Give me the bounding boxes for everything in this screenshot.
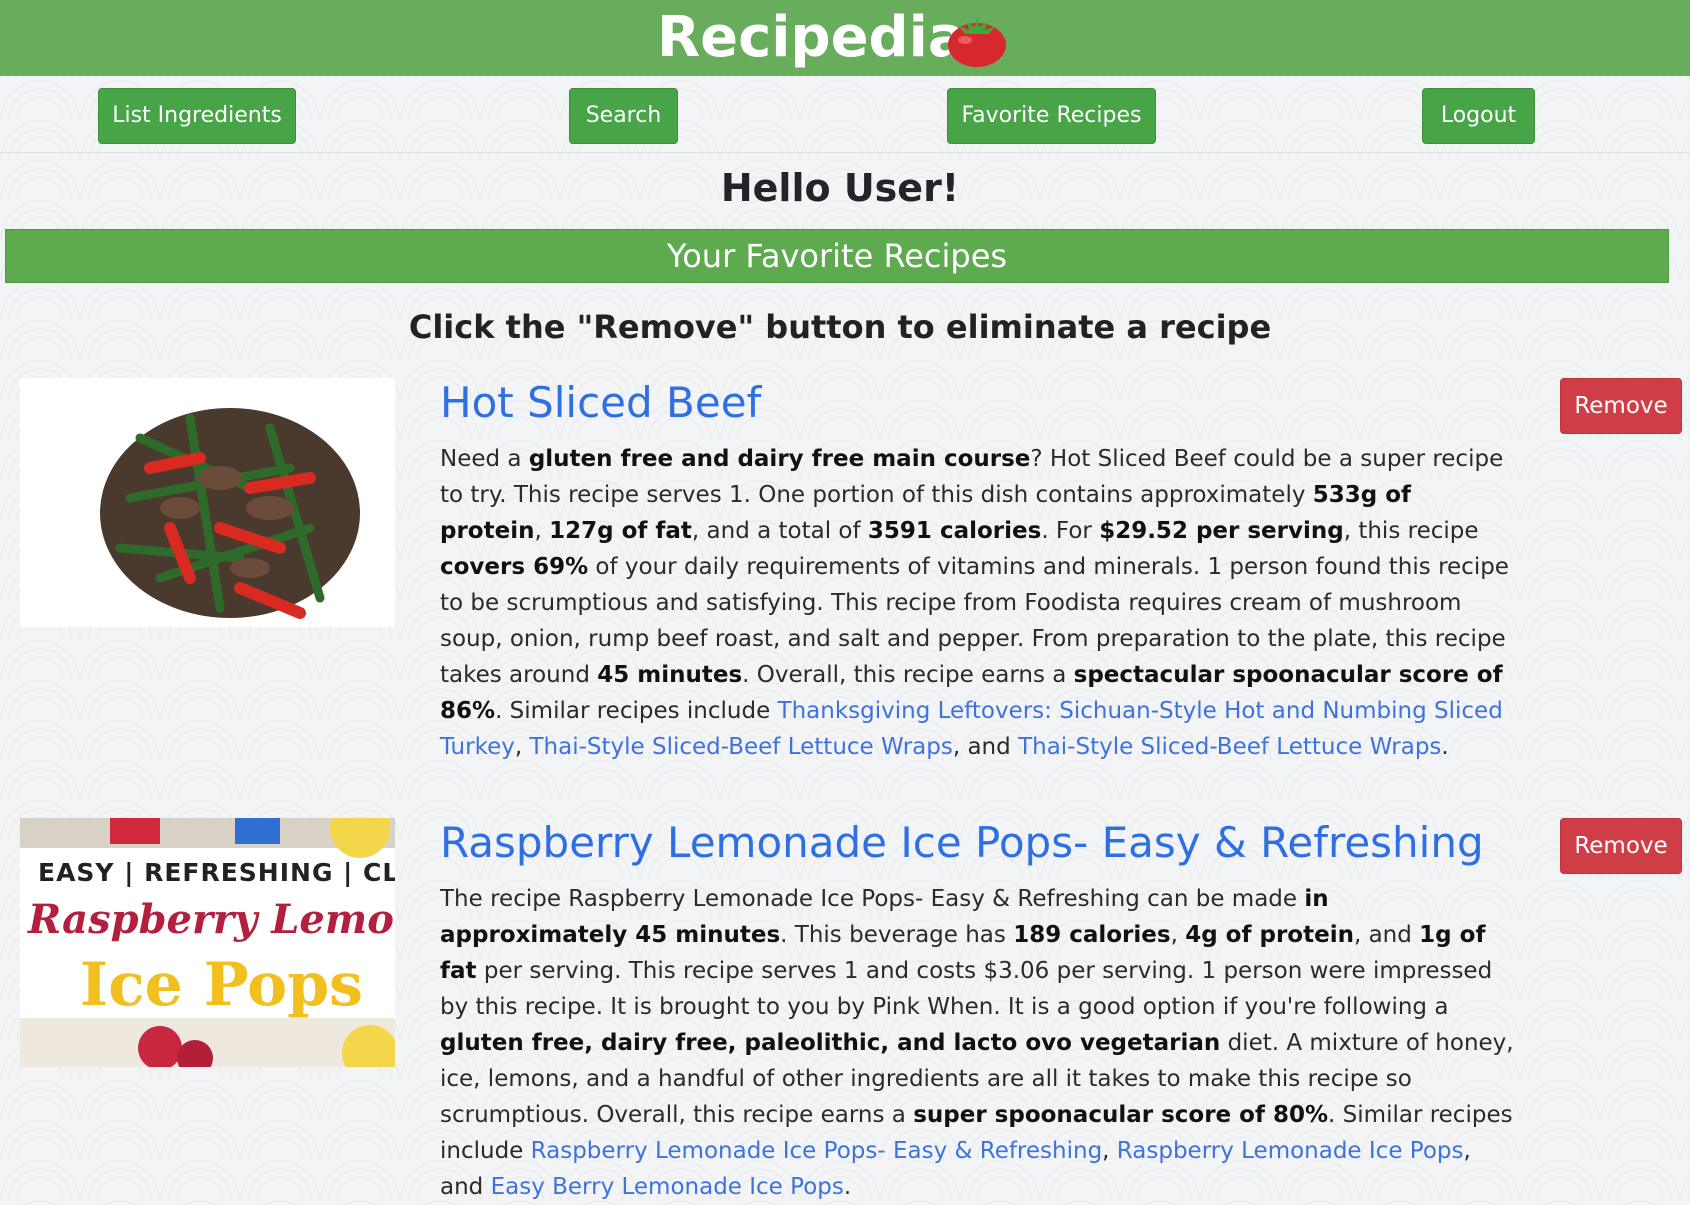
summary-highlight: 127g of fat: [549, 518, 692, 544]
ice-pops-image-tagline: EASY | REFRESHING | CLEAN: [38, 858, 395, 887]
summary-text: per serving. This recipe serves 1 and co…: [440, 958, 1493, 1020]
summary-text: , this recipe: [1343, 518, 1479, 544]
ice-pops-image-script: Raspberry Lemonade: [28, 896, 395, 943]
summary-text: .: [1441, 734, 1449, 760]
similar-recipe-link[interactable]: Thai-Style Sliced-Beef Lettuce Wraps: [529, 734, 952, 760]
summary-text: . Overall, this recipe earns a: [742, 662, 1074, 688]
summary-text: , and: [952, 734, 1019, 760]
summary-highlight: $29.52 per serving: [1099, 518, 1344, 544]
instructions-text: Click the "Remove" button to eliminate a…: [408, 308, 1272, 346]
summary-text: ,: [534, 518, 550, 544]
summary-text: , and: [1353, 922, 1420, 948]
tomato-icon: [948, 18, 1006, 67]
hot-sliced-beef-photo: [20, 378, 395, 627]
similar-recipe-link[interactable]: Thai-Style Sliced-Beef Lettuce Wraps: [1018, 734, 1441, 760]
recipe-image-raspberry-ice-pops[interactable]: EASY | REFRESHING | CLEAN Raspberry Lemo…: [20, 818, 395, 1067]
summary-highlight: 3591 calories: [867, 518, 1042, 544]
remove-button[interactable]: Remove: [1560, 378, 1682, 434]
brand-title: Recipedia: [657, 5, 966, 70]
summary-text: , and a total of: [691, 518, 868, 544]
recipe-title-link[interactable]: Raspberry Lemonade Ice Pops- Easy & Refr…: [440, 818, 1484, 867]
summary-text: . Similar recipes include: [495, 698, 778, 724]
summary-text: ,: [1102, 1138, 1117, 1164]
summary-highlight: 45 minutes: [597, 662, 743, 688]
greeting-heading: Hello User!: [720, 166, 960, 210]
similar-recipe-link[interactable]: Raspberry Lemonade Ice Pops- Easy & Refr…: [531, 1138, 1103, 1164]
list-ingredients-button[interactable]: List Ingredients: [98, 88, 296, 144]
recipe-summary: Need a gluten free and dairy free main c…: [440, 441, 1515, 765]
summary-highlight: 189 calories: [1013, 922, 1171, 948]
ice-pops-image-title: Ice Pops: [80, 950, 363, 1020]
similar-recipe-link[interactable]: Easy Berry Lemonade Ice Pops: [491, 1174, 844, 1200]
logout-button[interactable]: Logout: [1422, 88, 1535, 144]
summary-text: ,: [514, 734, 530, 760]
summary-highlight: super spoonacular score of 80%: [913, 1102, 1329, 1128]
similar-recipe-link[interactable]: Raspberry Lemonade Ice Pops: [1117, 1138, 1464, 1164]
search-button[interactable]: Search: [569, 88, 678, 144]
header-bar: Recipedia: [0, 0, 1690, 76]
favorite-recipes-button[interactable]: Favorite Recipes: [947, 88, 1156, 144]
summary-text: . For: [1041, 518, 1100, 544]
remove-button[interactable]: Remove: [1560, 818, 1682, 874]
summary-highlight: covers 69%: [440, 554, 589, 580]
summary-highlight: 4g of protein: [1185, 922, 1354, 948]
recipe-image-hot-sliced-beef[interactable]: [20, 378, 395, 627]
recipe-title-link[interactable]: Hot Sliced Beef: [440, 378, 761, 427]
summary-text: ,: [1170, 922, 1186, 948]
summary-highlight: gluten free, dairy free, paleolithic, an…: [440, 1030, 1221, 1056]
recipe-summary: The recipe Raspberry Lemonade Ice Pops- …: [440, 881, 1515, 1205]
favorites-section-title: Your Favorite Recipes: [5, 229, 1669, 283]
summary-text: .: [843, 1174, 852, 1200]
summary-text: Need a: [440, 446, 529, 472]
summary-highlight: gluten free and dairy free main course: [528, 446, 1031, 472]
summary-text: The recipe Raspberry Lemonade Ice Pops- …: [440, 886, 1305, 912]
summary-text: . This beverage has: [780, 922, 1014, 948]
